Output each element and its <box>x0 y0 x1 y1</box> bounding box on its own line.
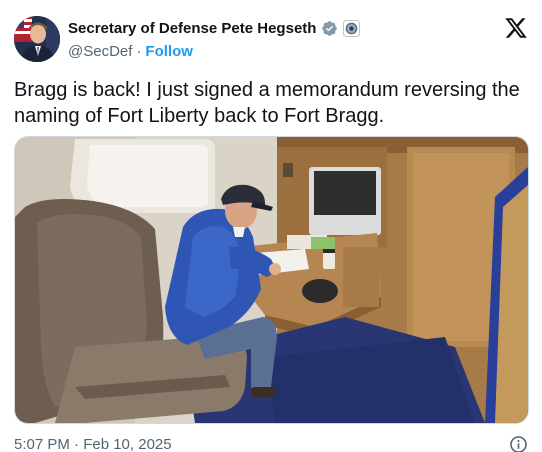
author-handle[interactable]: @SecDef <box>68 43 132 60</box>
follow-button[interactable]: Follow <box>145 43 193 60</box>
photo-scene <box>15 137 528 423</box>
gray-verified-checkmark-icon <box>322 21 338 36</box>
author-handle-row: @SecDef · Follow <box>68 43 193 60</box>
tweet-text: Bragg is back! I just signed a memorandu… <box>14 79 520 127</box>
tweet-timestamp[interactable]: 5:07 PM · Feb 10, 2025 <box>14 436 172 452</box>
info-circle-icon[interactable] <box>509 435 528 452</box>
author-avatar[interactable] <box>14 16 60 62</box>
department-of-defense-seal-icon[interactable] <box>343 20 361 37</box>
author-name-row: Secretary of Defense Pete Hegseth <box>68 20 361 37</box>
handle-separator: · <box>136 43 142 60</box>
tweet-media-photo[interactable] <box>14 136 529 424</box>
author-display-name[interactable]: Secretary of Defense Pete Hegseth <box>68 20 316 37</box>
tweet-card: Secretary of Defense Pete Hegseth @SecDe… <box>0 0 542 452</box>
x-logo-icon[interactable] <box>504 16 528 40</box>
